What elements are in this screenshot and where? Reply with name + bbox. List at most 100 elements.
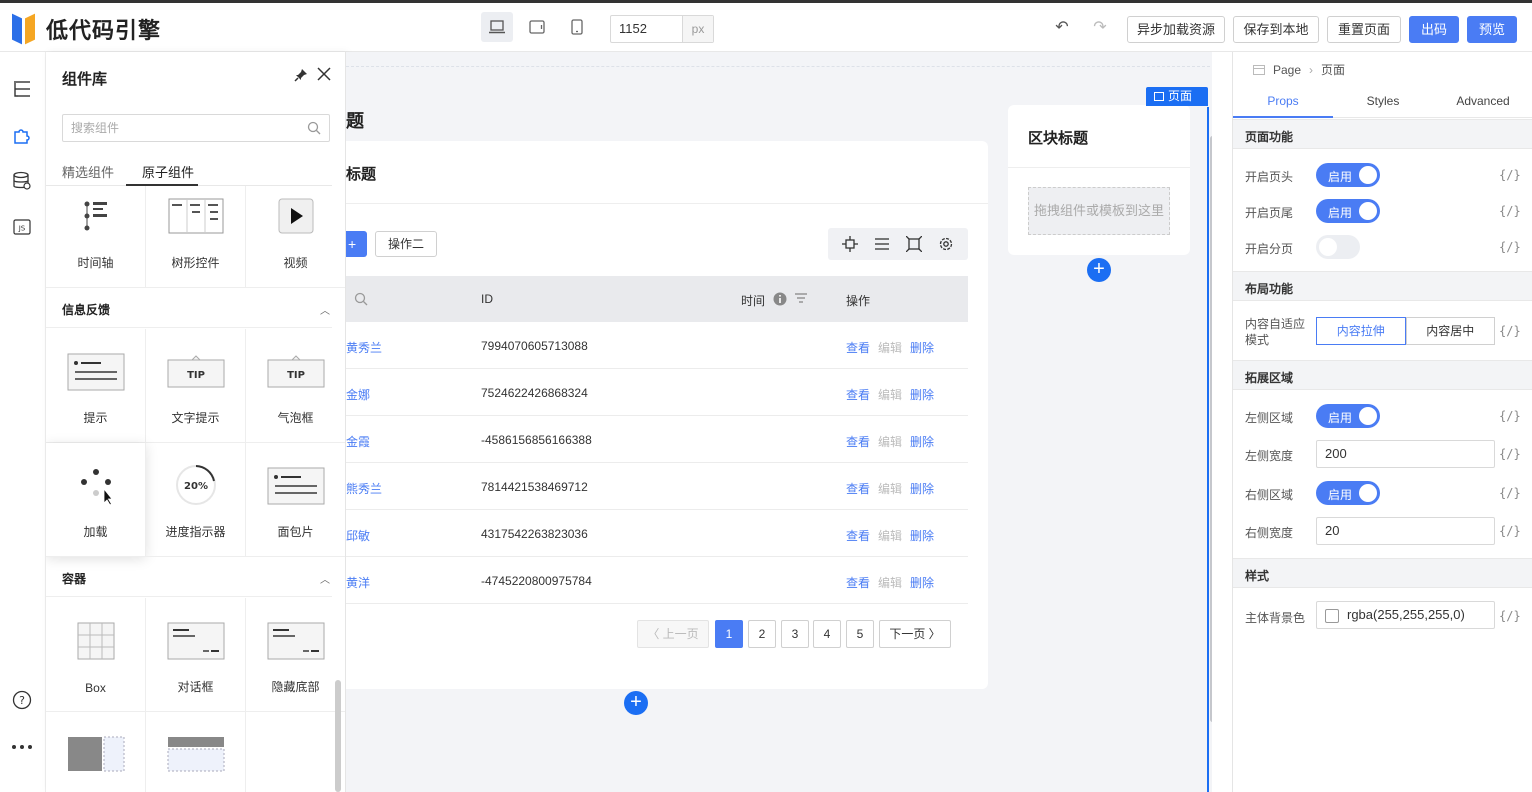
undo-icon[interactable]: ↶	[1053, 19, 1071, 37]
expression-icon[interactable]: {/}	[1499, 486, 1521, 500]
view-link[interactable]: 查看	[846, 433, 870, 450]
component-search[interactable]	[62, 114, 330, 142]
datasource-icon[interactable]	[11, 170, 33, 192]
info-icon[interactable]	[773, 292, 787, 306]
right-area-toggle[interactable]: 启用	[1316, 481, 1380, 505]
tab-featured[interactable]: 精选组件	[62, 162, 114, 181]
edit-link[interactable]: 编辑	[878, 480, 902, 497]
add-block-button[interactable]: +	[1087, 258, 1111, 282]
delete-link[interactable]: 删除	[910, 339, 934, 356]
section-container[interactable]: 容器 ︿	[46, 557, 332, 597]
stretch-option[interactable]: 内容拉伸	[1316, 317, 1406, 345]
canvas-width-input[interactable]: 1152 px	[610, 15, 714, 43]
component-video[interactable]: 视频	[246, 186, 345, 288]
tab-styles[interactable]: Styles	[1333, 94, 1433, 108]
color-swatch[interactable]	[1325, 609, 1339, 623]
block-card[interactable]: 区块标题 拖拽组件或模板到这里	[1008, 105, 1190, 255]
js-code-icon[interactable]: JS	[11, 216, 33, 238]
search-input[interactable]	[63, 115, 293, 141]
page-5-button[interactable]: 5	[846, 620, 874, 648]
page-3-button[interactable]: 3	[781, 620, 809, 648]
component-dialog[interactable]: 对话框	[146, 598, 246, 712]
view-link[interactable]: 查看	[846, 574, 870, 591]
component-timeline[interactable]: 时间轴	[46, 186, 146, 288]
component-layout-a[interactable]	[46, 712, 146, 792]
add-component-button[interactable]: +	[624, 691, 648, 715]
component-alert[interactable]: 提示	[46, 329, 146, 443]
canvas-scrollbar[interactable]	[1210, 136, 1212, 722]
prev-page-button[interactable]: 〈 上一页	[637, 620, 709, 648]
drop-zone[interactable]: 拖拽组件或模板到这里	[1028, 187, 1170, 235]
footer-toggle[interactable]: 启用	[1316, 199, 1380, 223]
desktop-view-button[interactable]	[481, 12, 513, 42]
expression-icon[interactable]: {/}	[1499, 240, 1521, 254]
delete-link[interactable]: 删除	[910, 386, 934, 403]
export-code-button[interactable]: 出码	[1409, 16, 1459, 43]
left-area-toggle[interactable]: 启用	[1316, 404, 1380, 428]
async-load-button[interactable]: 异步加载资源	[1127, 16, 1225, 43]
reset-page-button[interactable]: 重置页面	[1327, 16, 1401, 43]
page-selection-tag[interactable]: 页面	[1146, 87, 1208, 106]
help-icon[interactable]: ?	[11, 689, 33, 711]
expression-icon[interactable]: {/}	[1499, 609, 1521, 623]
expression-icon[interactable]: {/}	[1499, 409, 1521, 423]
pin-icon[interactable]	[294, 68, 308, 82]
left-width-input[interactable]: 200	[1316, 440, 1495, 468]
panel-scrollbar[interactable]	[335, 680, 341, 792]
expression-icon[interactable]: {/}	[1499, 204, 1521, 218]
more-icon[interactable]	[11, 736, 33, 758]
fullscreen-move-icon[interactable]	[842, 236, 858, 252]
component-balloon[interactable]: TIP 气泡框	[246, 329, 345, 443]
expand-icon[interactable]	[906, 236, 922, 252]
delete-link[interactable]: 删除	[910, 480, 934, 497]
width-value[interactable]: 1152	[611, 16, 682, 42]
table-card[interactable]: 标题 + 操作二 ID 时间 操作 黄秀兰 7994070605713088 查…	[346, 141, 988, 689]
center-option[interactable]: 内容居中	[1405, 317, 1495, 345]
edit-link[interactable]: 编辑	[878, 574, 902, 591]
expression-icon[interactable]: {/}	[1499, 168, 1521, 182]
mobile-view-button[interactable]	[561, 12, 593, 42]
view-link[interactable]: 查看	[846, 527, 870, 544]
row-name[interactable]: 金霞	[346, 433, 370, 450]
expression-icon[interactable]: {/}	[1499, 447, 1521, 461]
delete-link[interactable]: 删除	[910, 574, 934, 591]
component-tooltip[interactable]: TIP 文字提示	[146, 329, 246, 443]
component-tree[interactable]: 树形控件	[146, 186, 246, 288]
search-icon[interactable]	[354, 292, 368, 306]
view-link[interactable]: 查看	[846, 480, 870, 497]
delete-link[interactable]: 删除	[910, 527, 934, 544]
section-feedback[interactable]: 信息反馈 ︿	[46, 288, 332, 328]
breadcrumb-page[interactable]: Page	[1273, 63, 1301, 77]
page-4-button[interactable]: 4	[813, 620, 841, 648]
tab-atomic[interactable]: 原子组件	[142, 162, 194, 181]
operation-one-button[interactable]: +	[346, 231, 367, 257]
right-width-input[interactable]: 20	[1316, 517, 1495, 545]
delete-link[interactable]: 删除	[910, 433, 934, 450]
component-box[interactable]: Box	[46, 598, 146, 712]
row-name[interactable]: 熊秀兰	[346, 480, 382, 497]
component-loading[interactable]: 加载	[46, 443, 146, 557]
page-title[interactable]: 题	[346, 107, 364, 133]
outline-tree-icon[interactable]	[11, 78, 33, 100]
edit-link[interactable]: 编辑	[878, 339, 902, 356]
row-name[interactable]: 邱敏	[346, 527, 370, 544]
edit-link[interactable]: 编辑	[878, 386, 902, 403]
component-puzzle-icon[interactable]	[11, 124, 33, 146]
row-name[interactable]: 黄秀兰	[346, 339, 382, 356]
operation-two-button[interactable]: 操作二	[375, 231, 437, 257]
save-local-button[interactable]: 保存到本地	[1233, 16, 1319, 43]
expression-icon[interactable]: {/}	[1499, 524, 1521, 538]
component-card[interactable]: 面包片	[246, 443, 345, 557]
view-link[interactable]: 查看	[846, 386, 870, 403]
next-page-button[interactable]: 下一页 〉	[879, 620, 951, 648]
filter-icon[interactable]	[794, 292, 808, 304]
component-hidden-footer[interactable]: 隐藏底部	[246, 598, 345, 712]
component-progress[interactable]: 20% 进度指示器	[146, 443, 246, 557]
preview-button[interactable]: 预览	[1467, 16, 1517, 43]
tab-advanced[interactable]: Advanced	[1433, 94, 1532, 108]
settings-gear-icon[interactable]	[938, 236, 954, 252]
expression-icon[interactable]: {/}	[1499, 324, 1521, 338]
density-icon[interactable]	[874, 236, 890, 252]
tablet-view-button[interactable]	[521, 12, 553, 42]
header-toggle[interactable]: 启用	[1316, 163, 1380, 187]
